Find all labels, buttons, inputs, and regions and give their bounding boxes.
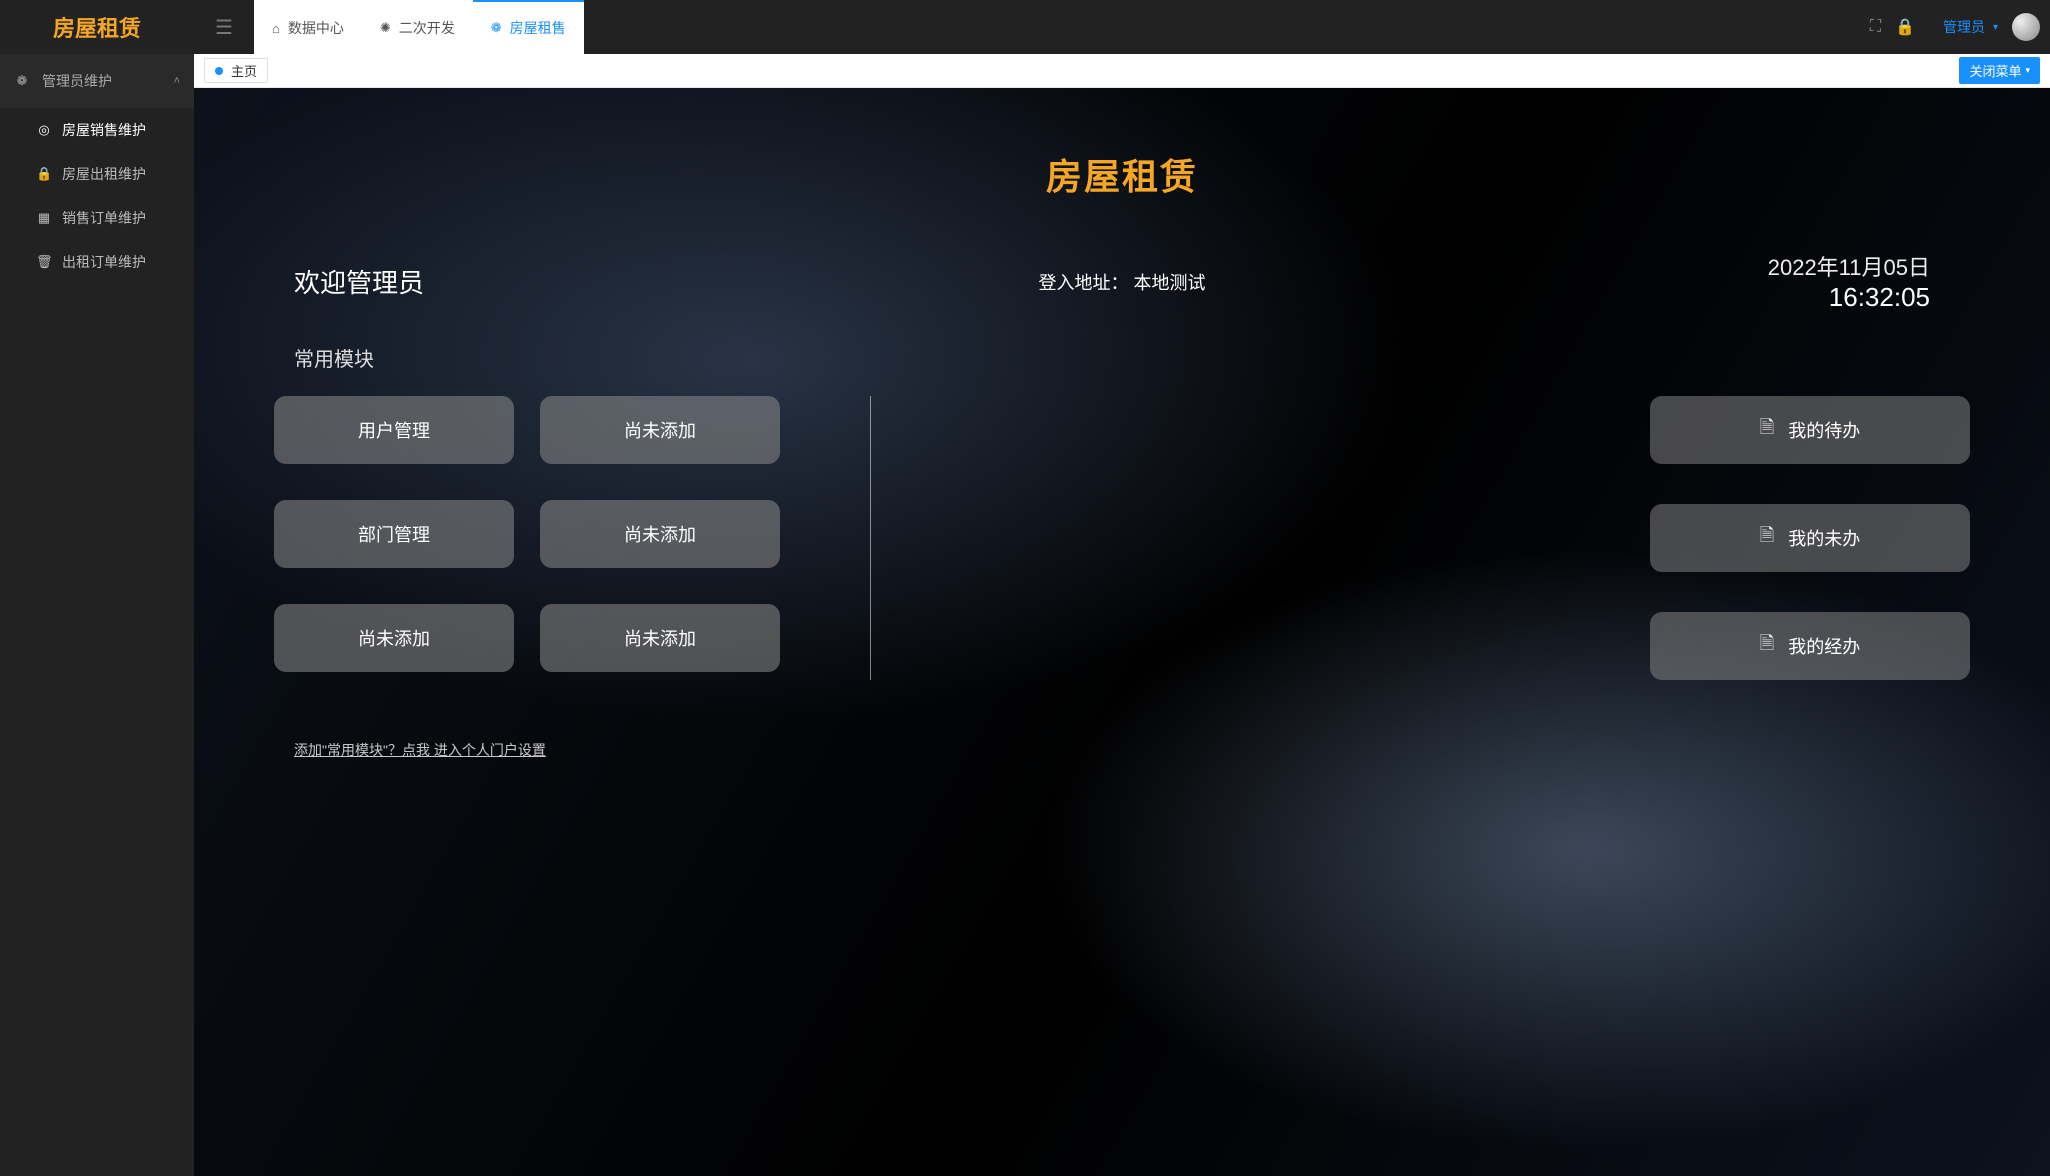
grid-icon: ▦ (36, 210, 52, 226)
sidebar-group-label: 管理员维护 (42, 71, 112, 91)
caret-down-icon: ▾ (1993, 22, 1998, 33)
user-label: 管理员 (1943, 17, 1985, 37)
module-dept-management[interactable]: 部门管理 (274, 500, 514, 568)
hero: 房屋租赁 (234, 88, 2010, 250)
todo-label: 我的待办 (1788, 417, 1860, 443)
current-date: 2022年11月05日 (1418, 250, 1930, 282)
main-area: ☰ ⌂ 数据中心 ✺ 二次开发 ❁ 房屋租售 ⛶ 🔒 管理员 ▾ (194, 0, 2050, 1176)
close-menu-button[interactable]: 关闭菜单 ▾ (1959, 57, 2040, 84)
brand-logo: 房屋租赁 (0, 0, 194, 54)
hamburger-button[interactable]: ☰ (194, 15, 254, 40)
sidebar-item-sale-orders[interactable]: ▦ 销售订单维护 (0, 196, 194, 240)
tab-label: 房屋租售 (510, 18, 566, 38)
info-row: 欢迎管理员 登入地址： 本地测试 2022年11月05日 16:32:05 (234, 250, 2010, 313)
lock-icon: 🔒 (36, 166, 52, 182)
sidebar-group-admin[interactable]: ❁ 管理员维护 ˄ (0, 54, 194, 108)
close-menu-label: 关闭菜单 (1969, 61, 2021, 80)
doc-check-icon: 🗎 (1760, 523, 1774, 553)
sidebar-nav: ❁ 管理员维护 ˄ ◎ 房屋销售维护 🔒 房屋出租维护 ▦ 销售订单维护 🗑 出… (0, 54, 194, 1176)
doc-clock-icon: 🗎 (1760, 415, 1774, 445)
module-empty-1[interactable]: 尚未添加 (540, 396, 780, 464)
top-tabs: ⌂ 数据中心 ✺ 二次开发 ❁ 房屋租售 (254, 0, 584, 54)
hint-row: 添加"常用模块"？点我 进入个人门户设置 (234, 680, 2010, 760)
tab-data-center[interactable]: ⌂ 数据中心 (254, 0, 362, 54)
user-menu[interactable]: 管理员 ▾ (1929, 17, 2012, 37)
topbar-actions: ⛶ 🔒 (1870, 17, 1929, 37)
sidebar-item-label: 房屋出租维护 (62, 164, 146, 184)
portal-settings-link[interactable]: 添加"常用模块"？点我 进入个人门户设置 (294, 742, 546, 758)
sidebar-item-house-sale[interactable]: ◎ 房屋销售维护 (0, 108, 194, 152)
divider (870, 396, 871, 680)
tab-label: 数据中心 (288, 18, 344, 38)
caret-down-icon: ▾ (2025, 65, 2030, 76)
globe-icon: ❁ (14, 73, 30, 89)
tab-house-rental[interactable]: ❁ 房屋租售 (473, 0, 584, 54)
todo-pending[interactable]: 🗎 我的待办 (1650, 396, 1970, 464)
sidebar-item-rent-orders[interactable]: 🗑 出租订单维护 (0, 240, 194, 284)
dot-icon (215, 67, 223, 75)
module-empty-3[interactable]: 尚未添加 (274, 604, 514, 672)
todo-label: 我的经办 (1788, 633, 1860, 659)
modules-row: 用户管理 尚未添加 部门管理 尚未添加 尚未添加 尚未添加 🗎 我的待办 🗎 我 (234, 396, 2010, 680)
login-label: 登入地址： (1038, 273, 1128, 293)
todo-undone[interactable]: 🗎 我的未办 (1650, 504, 1970, 572)
sidebar-item-house-rent[interactable]: 🔒 房屋出租维护 (0, 152, 194, 196)
tab-label: 二次开发 (399, 18, 455, 38)
fullscreen-icon[interactable]: ⛶ (1870, 18, 1881, 36)
section-title: 常用模块 (234, 313, 2010, 396)
modules-grid: 用户管理 尚未添加 部门管理 尚未添加 尚未添加 尚未添加 (274, 396, 780, 672)
avatar[interactable] (2012, 13, 2040, 41)
module-empty-2[interactable]: 尚未添加 (540, 500, 780, 568)
todo-label: 我的未办 (1788, 525, 1860, 551)
module-user-management[interactable]: 用户管理 (274, 396, 514, 464)
home-icon: ⌂ (272, 21, 280, 36)
chevron-up-icon: ˄ (174, 75, 180, 87)
sidebar-item-label: 销售订单维护 (62, 208, 146, 228)
current-time: 16:32:05 (1418, 282, 1930, 313)
sidebar-item-label: 房屋销售维护 (62, 120, 146, 140)
login-value: 本地测试 (1134, 273, 1206, 293)
page-title: 房屋租赁 (234, 148, 2010, 200)
breadcrumb-label: 主页 (231, 61, 257, 80)
doc-done-icon: 🗎 (1760, 631, 1774, 661)
content: 房屋租赁 欢迎管理员 登入地址： 本地测试 2022年11月05日 16:32:… (194, 88, 2050, 1176)
login-address: 登入地址： 本地测试 (846, 269, 1398, 295)
breadcrumb-bar: 主页 关闭菜单 ▾ (194, 54, 2050, 88)
tab-secondary-dev[interactable]: ✺ 二次开发 (362, 0, 473, 54)
todo-handled[interactable]: 🗎 我的经办 (1650, 612, 1970, 680)
sidebar-item-label: 出租订单维护 (62, 252, 146, 272)
spark-icon: ✺ (380, 20, 391, 36)
target-icon: ◎ (36, 122, 52, 138)
breadcrumb-home[interactable]: 主页 (204, 58, 268, 83)
welcome-text: 欢迎管理员 (274, 263, 826, 300)
todo-column: 🗎 我的待办 🗎 我的未办 🗎 我的经办 (1650, 396, 1970, 680)
lock-icon[interactable]: 🔒 (1895, 17, 1915, 37)
datetime: 2022年11月05日 16:32:05 (1418, 250, 1970, 313)
sidebar: 房屋租赁 ❁ 管理员维护 ˄ ◎ 房屋销售维护 🔒 房屋出租维护 ▦ 销售订单维… (0, 0, 194, 1176)
topbar: ☰ ⌂ 数据中心 ✺ 二次开发 ❁ 房屋租售 ⛶ 🔒 管理员 ▾ (194, 0, 2050, 54)
trash-icon: 🗑 (36, 254, 52, 270)
module-empty-4[interactable]: 尚未添加 (540, 604, 780, 672)
flower-icon: ❁ (491, 20, 502, 36)
